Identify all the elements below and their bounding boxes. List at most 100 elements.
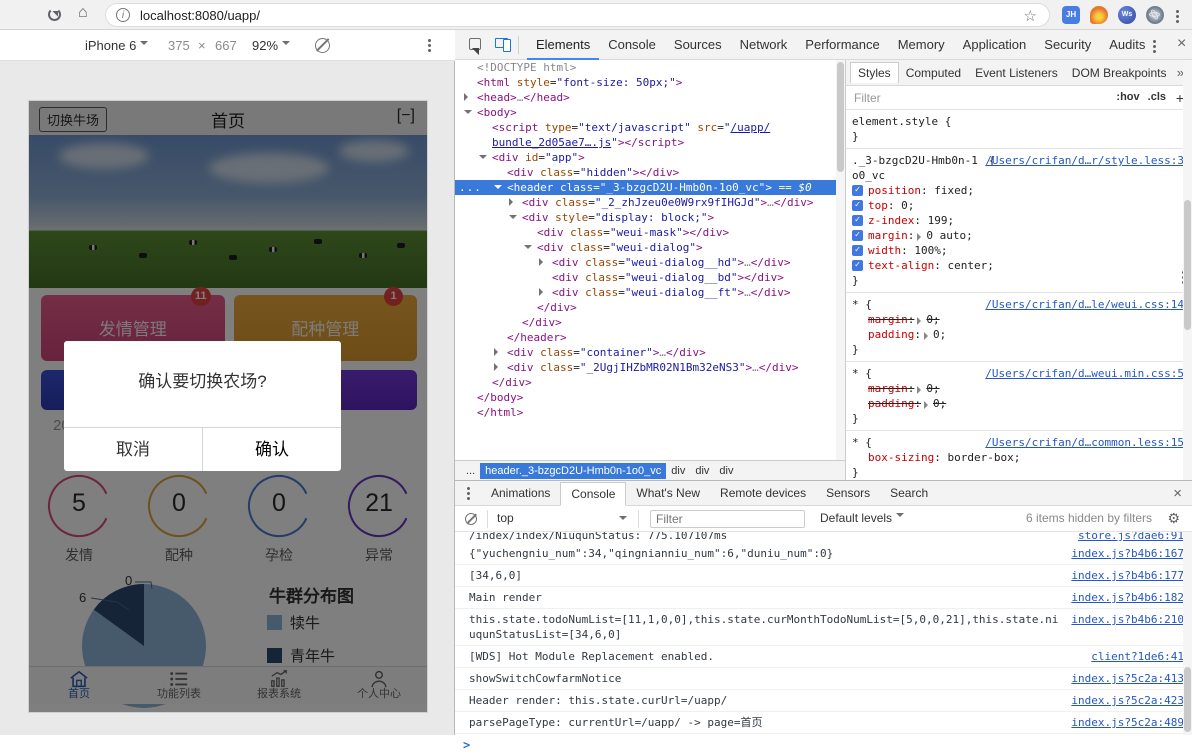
dom-tree-node[interactable]: <div style="display: block;">: [455, 210, 845, 225]
inspect-element-icon[interactable]: [469, 38, 481, 50]
dom-tree-node[interactable]: <div class="weui-dialog__bd"></div>: [455, 270, 845, 285]
console-tab-remote-devices[interactable]: Remote devices: [710, 482, 816, 505]
stylesheet-link[interactable]: /Users/crifan/d…weui.min.css:5: [985, 366, 1184, 381]
tab-sources[interactable]: Sources: [665, 30, 731, 60]
dom-tree-node[interactable]: <div class="_2_zhJzeu0e0W9rx9fIHGJd">…</…: [455, 195, 845, 210]
css-selector[interactable]: *: [852, 366, 859, 381]
css-property[interactable]: ✓ margin: 0 auto;: [852, 228, 1186, 243]
css-property[interactable]: margin: 0;: [852, 312, 1186, 327]
styles-toggle-buttons[interactable]: :hov .cls: [1108, 91, 1166, 103]
dom-tree-node[interactable]: bundle_2d05ae7….js"></script>: [455, 135, 845, 150]
breadcrumb-overflow[interactable]: ...: [461, 463, 480, 479]
console-source-link[interactable]: index.js?b4b6:182: [1071, 590, 1184, 605]
dom-tree-node[interactable]: </div>: [455, 315, 845, 330]
console-source-link[interactable]: index.js?5c2a:423: [1071, 693, 1184, 708]
css-property[interactable]: margin: 0;: [852, 381, 1186, 396]
styles-tab-styles[interactable]: Styles: [850, 62, 899, 83]
console-scrollbar[interactable]: [1183, 532, 1192, 735]
css-selector[interactable]: ._3-bzgcD2U-Hmb0n-1o0_vc: [852, 153, 982, 183]
console-settings-icon[interactable]: ⚙: [1167, 510, 1180, 527]
device-toolbar-menu-icon[interactable]: [428, 37, 432, 54]
console-source-link[interactable]: index.js?b4b6:177: [1071, 568, 1184, 583]
stylesheet-link[interactable]: /Users/crifan/d…common.less:15: [985, 435, 1184, 450]
css-property[interactable]: ✓ z-index: 199;: [852, 213, 1186, 228]
styles-tab-dom-breakpoints[interactable]: DOM Breakpoints: [1065, 63, 1174, 83]
styles-tab-event-listeners[interactable]: Event Listeners: [968, 63, 1065, 83]
bookmark-star-icon[interactable]: ☆: [1024, 7, 1037, 25]
dom-tree-node[interactable]: </div>: [455, 300, 845, 315]
dialog-confirm-button[interactable]: 确认: [203, 428, 341, 471]
dom-tree-node[interactable]: </html>: [455, 405, 845, 420]
console-tab-sensors[interactable]: Sensors: [816, 482, 880, 505]
styles-toggle[interactable]: :hov: [1116, 91, 1139, 103]
dom-tree-node[interactable]: <script type="text/javascript" src="/uap…: [455, 120, 845, 135]
expand-arrow-icon[interactable]: [464, 110, 472, 118]
expand-arrow-icon[interactable]: [494, 348, 502, 356]
dom-tree-node[interactable]: ... <header class="_3-bzgcD2U-Hmb0n-1o0_v…: [455, 180, 845, 195]
console-source-link[interactable]: index.js?b4b6:210: [1071, 612, 1184, 642]
breadcrumb-item[interactable]: div: [666, 463, 690, 479]
css-property[interactable]: ✓ width: 100%;: [852, 243, 1186, 258]
dom-tree-node[interactable]: <body>: [455, 105, 845, 120]
breadcrumb-item[interactable]: div: [714, 463, 738, 479]
css-selector[interactable]: element.style: [852, 114, 938, 129]
expand-arrow-icon[interactable]: [464, 93, 472, 101]
extension-jh-icon[interactable]: JH: [1062, 6, 1080, 24]
url-text[interactable]: localhost:8080/uapp/: [140, 8, 260, 23]
console-source-link[interactable]: index.js?b4b6:167: [1071, 546, 1184, 561]
tab-performance[interactable]: Performance: [796, 30, 888, 60]
device-width[interactable]: 375: [168, 38, 190, 53]
dom-tree-node[interactable]: <html style="font-size: 50px;">: [455, 75, 845, 90]
css-selector[interactable]: *: [852, 297, 859, 312]
extension-react-icon[interactable]: [1146, 6, 1164, 24]
tab-security[interactable]: Security: [1035, 30, 1100, 60]
stylesheet-link[interactable]: /Users/crifan/d…le/weui.css:14: [985, 297, 1184, 312]
console-source-link[interactable]: store.js?dae6:91: [1078, 532, 1184, 543]
dom-tree-node[interactable]: <div class="weui-dialog__hd">…</div>: [455, 255, 845, 270]
styles-toggle[interactable]: .cls: [1148, 91, 1166, 103]
property-checkbox[interactable]: ✓: [852, 185, 863, 196]
stylesheet-link[interactable]: /Users/crifan/d…r/style.less:3: [985, 153, 1184, 168]
console-filter-input[interactable]: [650, 510, 805, 528]
css-property[interactable]: box-sizing: border-box;: [852, 450, 1186, 465]
dom-tree-node[interactable]: <div class="hidden"></div>: [455, 165, 845, 180]
tab-memory[interactable]: Memory: [889, 30, 954, 60]
console-close-icon[interactable]: ×: [1173, 485, 1192, 502]
console-source-link[interactable]: index.js?5c2a:489: [1071, 715, 1184, 730]
css-property[interactable]: ✓ top: 0;: [852, 198, 1186, 213]
browser-menu-icon[interactable]: [1176, 8, 1180, 25]
breadcrumb-selected[interactable]: header._3-bzgcD2U-Hmb0n-1o0_vc: [480, 462, 667, 479]
property-checkbox[interactable]: ✓: [852, 245, 863, 256]
devtools-menu-icon[interactable]: [1153, 38, 1157, 55]
styles-scrollbar[interactable]: [1183, 60, 1192, 480]
console-tab-console[interactable]: Console: [560, 481, 627, 506]
dom-tree-node[interactable]: <head>…</head>: [455, 90, 845, 105]
expand-arrow-icon[interactable]: [509, 198, 517, 206]
expand-arrow-icon[interactable]: [494, 185, 502, 193]
styles-tab-computed[interactable]: Computed: [899, 63, 968, 83]
console-source-link[interactable]: client?1de6:41: [1091, 649, 1184, 664]
dom-tree-node[interactable]: <div class="weui-dialog">: [455, 240, 845, 255]
css-property[interactable]: ✓ position: fixed;: [852, 183, 1186, 198]
device-select[interactable]: iPhone 6: [85, 38, 149, 53]
console-tab-animations[interactable]: Animations: [481, 482, 560, 505]
dom-tree-node[interactable]: <!DOCTYPE html>: [455, 60, 845, 75]
console-prompt[interactable]: >: [455, 734, 1192, 756]
dialog-cancel-button[interactable]: 取消: [64, 428, 203, 471]
expand-arrow-icon[interactable]: [539, 258, 547, 266]
property-checkbox[interactable]: ✓: [852, 260, 863, 271]
console-source-link[interactable]: index.js?5c2a:413: [1071, 671, 1184, 686]
expand-arrow-icon[interactable]: [524, 245, 532, 253]
styles-filter-label[interactable]: Filter: [854, 91, 881, 105]
extension-flame-icon[interactable]: [1090, 6, 1108, 24]
dom-tree-node[interactable]: <div class="container">…</div>: [455, 345, 845, 360]
dom-tree-node[interactable]: <div class="weui-dialog__ft">…</div>: [455, 285, 845, 300]
tab-console[interactable]: Console: [599, 30, 665, 60]
css-property[interactable]: ✓ text-align: center;: [852, 258, 1186, 273]
console-tab-what-s-new[interactable]: What's New: [626, 482, 710, 505]
css-property[interactable]: padding: 0;: [852, 327, 1186, 342]
console-context-select[interactable]: top: [497, 511, 627, 525]
address-bar[interactable]: i localhost:8080/uapp/ ☆: [105, 3, 1050, 27]
device-height[interactable]: 667: [215, 38, 237, 53]
elements-scrollbar[interactable]: [836, 60, 845, 460]
